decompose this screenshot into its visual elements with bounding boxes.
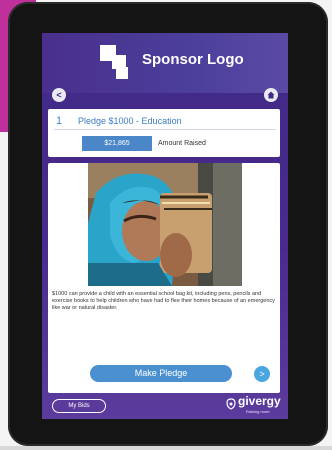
chevron-right-icon: >	[259, 369, 265, 379]
pledge-photo	[88, 163, 242, 286]
chevron-left-icon: <	[56, 90, 62, 100]
make-pledge-button[interactable]: Make Pledge	[90, 365, 232, 382]
pledge-number: 1	[56, 115, 63, 127]
app-screen: Sponsor Logo < 1 Pledge $1000 - Educatio…	[42, 33, 288, 419]
home-icon	[267, 91, 275, 99]
amount-raised-label: Amount Raised	[158, 140, 206, 147]
card-divider	[54, 129, 276, 130]
sponsor-logo-text: Sponsor Logo	[142, 51, 244, 68]
givergy-tagline: Raising more	[246, 409, 270, 414]
pledge-description: $1000 can provide a child with an essent…	[52, 291, 275, 311]
givergy-logo-icon	[226, 398, 236, 410]
home-button[interactable]	[264, 88, 278, 102]
back-button[interactable]: <	[52, 88, 66, 102]
background-gray-strip	[0, 446, 332, 450]
pledge-card: 1 Pledge $1000 - Education $21,865 Amoun…	[48, 109, 280, 157]
pledge-content: $1000 can provide a child with an essent…	[48, 163, 280, 393]
givergy-brand: givergy	[238, 394, 281, 408]
next-button[interactable]: >	[254, 366, 270, 382]
sponsor-banner: Sponsor Logo	[42, 33, 288, 93]
pledge-title: Pledge $1000 - Education	[78, 116, 182, 126]
my-bids-button[interactable]: My Bids	[52, 399, 106, 413]
amount-tab[interactable]: $21,865	[82, 136, 152, 151]
sponsor-logo-icon	[100, 45, 128, 79]
